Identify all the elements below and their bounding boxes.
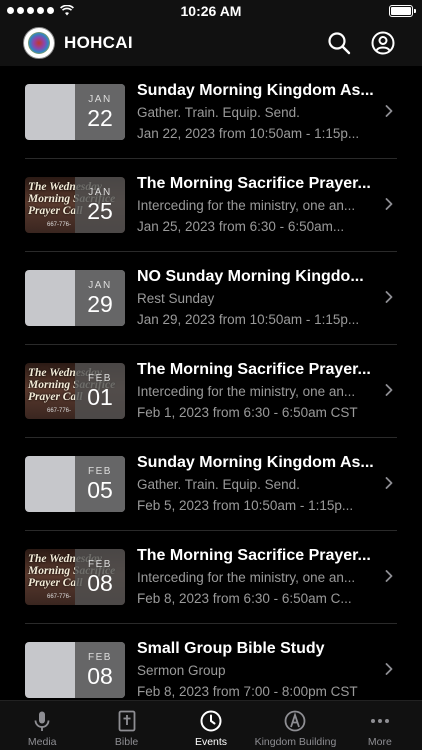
event-subtitle: Interceding for the ministry, one an... — [137, 198, 356, 213]
event-thumbnail: The Wednesday Morning Sacrifice Prayer C… — [25, 177, 125, 233]
event-subtitle: Sermon Group — [137, 663, 226, 678]
event-time: Feb 8, 2023 from 6:30 - 6:50am C... — [137, 591, 352, 606]
battery-icon — [389, 5, 416, 17]
search-icon[interactable] — [327, 31, 351, 55]
event-subtitle: Rest Sunday — [137, 291, 215, 306]
chevron-right-icon — [385, 570, 393, 582]
date-badge: FEB 01 — [75, 363, 125, 419]
tab-events[interactable]: Events — [169, 701, 253, 750]
event-list-item[interactable]: JAN 29 NO Sunday Morning Kingdo... Rest Sun… — [0, 252, 422, 345]
tab-label: Media — [27, 736, 57, 748]
date-day: 08 — [87, 569, 113, 596]
date-badge: JAN 22 — [75, 84, 125, 140]
date-day: 25 — [87, 197, 113, 224]
more-icon — [370, 719, 389, 723]
chevron-right-icon — [385, 198, 393, 210]
thumbnail-phone: 667-776- — [47, 408, 72, 414]
status-bar: 10:26 AM — [0, 0, 422, 22]
chevron-right-icon — [385, 663, 393, 675]
event-list[interactable]: JAN 22 Sunday Morning Kingdom As... Gather.… — [0, 66, 422, 700]
tab-label: More — [367, 736, 392, 748]
date-month: FEB — [88, 372, 112, 384]
event-subtitle: Interceding for the ministry, one an... — [137, 570, 356, 585]
date-month: FEB — [88, 651, 112, 663]
event-title: NO Sunday Morning Kingdo... — [137, 268, 364, 285]
bible-icon — [118, 710, 136, 732]
event-subtitle: Gather. Train. Equip. Send. — [137, 105, 300, 120]
app-header: HOHCAI — [0, 22, 422, 66]
event-title: Sunday Morning Kingdom As... — [137, 82, 374, 99]
event-time: Jan 25, 2023 from 6:30 - 6:50am... — [137, 219, 345, 234]
tab-label: Bible — [114, 736, 139, 748]
date-day: 05 — [87, 476, 113, 503]
tab-label: Kingdom Building — [254, 736, 337, 748]
event-thumbnail: The Wednesday Morning Sacrifice Prayer C… — [25, 549, 125, 605]
event-subtitle: Gather. Train. Equip. Send. — [137, 477, 300, 492]
event-thumbnail: The Wednesday Morning Sacrifice Prayer C… — [25, 363, 125, 419]
chevron-right-icon — [385, 105, 393, 117]
event-thumbnail: FEB 08 — [25, 642, 125, 698]
chevron-right-icon — [385, 384, 393, 396]
microphone-icon — [34, 711, 50, 731]
tab-bible[interactable]: Bible — [84, 701, 168, 750]
date-month: JAN — [88, 93, 112, 105]
date-month: JAN — [88, 186, 112, 198]
app-title: HOHCAI — [64, 33, 133, 52]
date-month: FEB — [88, 465, 112, 477]
church-logo — [23, 27, 55, 59]
event-time: Feb 1, 2023 from 6:30 - 6:50am CST — [137, 405, 358, 420]
clock-icon — [200, 710, 222, 732]
tab-media[interactable]: Media — [0, 701, 84, 750]
profile-icon[interactable] — [371, 31, 395, 55]
kingdom-building-icon — [285, 710, 306, 732]
event-list-item[interactable]: The Wednesday Morning Sacrifice Prayer C… — [0, 531, 422, 624]
event-list-item[interactable]: FEB 08 Small Group Bible Study Sermon Group… — [0, 624, 422, 700]
date-day: 01 — [87, 383, 113, 410]
chevron-right-icon — [385, 477, 393, 489]
event-list-item[interactable]: The Wednesday Morning Sacrifice Prayer C… — [0, 345, 422, 438]
event-thumbnail: JAN 29 — [25, 270, 125, 326]
date-badge: JAN 25 — [75, 177, 125, 233]
tab-more[interactable]: More — [338, 701, 422, 750]
date-month: FEB — [88, 558, 112, 570]
event-title: The Morning Sacrifice Prayer... — [137, 547, 371, 564]
event-title: Small Group Bible Study — [137, 640, 325, 657]
event-list-item[interactable]: JAN 22 Sunday Morning Kingdom As... Gather.… — [0, 66, 422, 159]
thumbnail-phone: 667-776- — [47, 594, 72, 600]
date-month: JAN — [88, 279, 112, 291]
date-day: 08 — [87, 662, 113, 689]
event-time: Jan 22, 2023 from 10:50am - 1:15p... — [137, 126, 360, 141]
date-badge: FEB 08 — [75, 642, 125, 698]
event-title: Sunday Morning Kingdom As... — [137, 454, 374, 471]
date-day: 29 — [87, 290, 113, 317]
tab-kingdom-building[interactable]: Kingdom Building — [253, 701, 337, 750]
thumbnail-phone: 667-776- — [47, 222, 72, 228]
event-time: Feb 5, 2023 from 10:50am - 1:15p... — [137, 498, 354, 513]
event-time: Jan 29, 2023 from 10:50am - 1:15p... — [137, 312, 360, 327]
event-list-item[interactable]: FEB 05 Sunday Morning Kingdom As... Gather.… — [0, 438, 422, 531]
event-subtitle: Interceding for the ministry, one an... — [137, 384, 356, 399]
event-title: The Morning Sacrifice Prayer... — [137, 175, 371, 192]
date-badge: FEB 05 — [75, 456, 125, 512]
date-badge: FEB 08 — [75, 549, 125, 605]
tab-label: Events — [194, 736, 228, 748]
event-list-item[interactable]: The Wednesday Morning Sacrifice Prayer C… — [0, 159, 422, 252]
event-time: Feb 8, 2023 from 7:00 - 8:00pm CST — [137, 684, 358, 699]
date-day: 22 — [87, 104, 113, 131]
event-title: The Morning Sacrifice Prayer... — [137, 361, 371, 378]
date-badge: JAN 29 — [75, 270, 125, 326]
status-time: 10:26 AM — [180, 3, 242, 19]
tab-bar: Media Bible Events Kingdom Building More — [0, 700, 422, 750]
event-thumbnail: JAN 22 — [25, 84, 125, 140]
chevron-right-icon — [385, 291, 393, 303]
event-thumbnail: FEB 05 — [25, 456, 125, 512]
